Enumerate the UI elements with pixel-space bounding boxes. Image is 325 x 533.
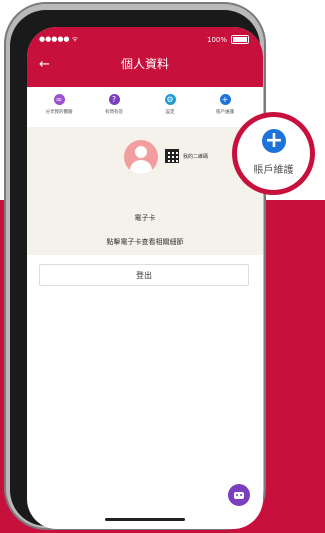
ecard-label[interactable]: 電子卡 [27, 213, 263, 223]
qa-icon: ? [108, 94, 120, 105]
plus-circle-icon: + [262, 129, 286, 153]
ecard-hint: 點擊電子卡查看相關細節 [106, 238, 184, 246]
page-title: 個人資料 [120, 57, 169, 71]
toolbar-item-settings[interactable]: ⚙ 設定 [145, 94, 195, 115]
avatar-head [135, 146, 147, 158]
carrier-signal: ●●●●● ᯤ [39, 35, 79, 43]
battery-icon [231, 35, 249, 44]
callout-inner: + 賬戶維護 [237, 117, 310, 190]
zoom-callout: + 賬戶維護 [232, 112, 315, 195]
toolbar-item-label: 分享我的體驗 [45, 110, 73, 115]
home-indicator [105, 518, 185, 521]
gear-icon: ⚙ [164, 94, 176, 105]
chatbot-button[interactable] [228, 484, 250, 506]
logout-button[interactable]: 登出 [39, 264, 249, 286]
battery-status: 100% [207, 35, 249, 44]
robot-icon [234, 492, 244, 499]
toolbar-item-label: 設定 [165, 110, 175, 115]
callout-label: 賬戶維護 [253, 165, 294, 176]
app-header: ●●●●● ᯤ 100% ← 個人資料 [27, 27, 263, 87]
phone-screen: ●●●●● ᯤ 100% ← 個人資料 ∞ 分享我的體驗 ? 有問有答 ⚙ 設定 [27, 27, 263, 529]
status-bar: ●●●●● ᯤ 100% [39, 35, 249, 47]
avatar-body [130, 160, 152, 174]
action-toolbar: ∞ 分享我的體驗 ? 有問有答 ⚙ 設定 + 賬戶維護 [27, 87, 263, 128]
toolbar-item-qa[interactable]: ? 有問有答 [89, 94, 139, 115]
avatar[interactable] [124, 140, 158, 174]
toolbar-item-share[interactable]: ∞ 分享我的體驗 [34, 94, 84, 115]
battery-text: 100% [206, 35, 227, 44]
qr-code-icon[interactable] [165, 149, 179, 163]
phone-bezel: ●●●●● ᯤ 100% ← 個人資料 ∞ 分享我的體驗 ? 有問有答 ⚙ 設定 [10, 10, 263, 529]
plus-circle-icon: + [219, 94, 231, 105]
qr-code-label[interactable]: 我的二維碼 [183, 153, 208, 160]
toolbar-item-account[interactable]: + 賬戶維護 [200, 94, 250, 115]
toolbar-item-label: 賬戶維護 [216, 110, 234, 115]
share-icon: ∞ [53, 94, 65, 105]
toolbar-item-label: 有問有答 [105, 110, 123, 115]
profile-card[interactable]: 我的二維碼 電子卡 點擊電子卡查看相關細節 [27, 127, 263, 255]
